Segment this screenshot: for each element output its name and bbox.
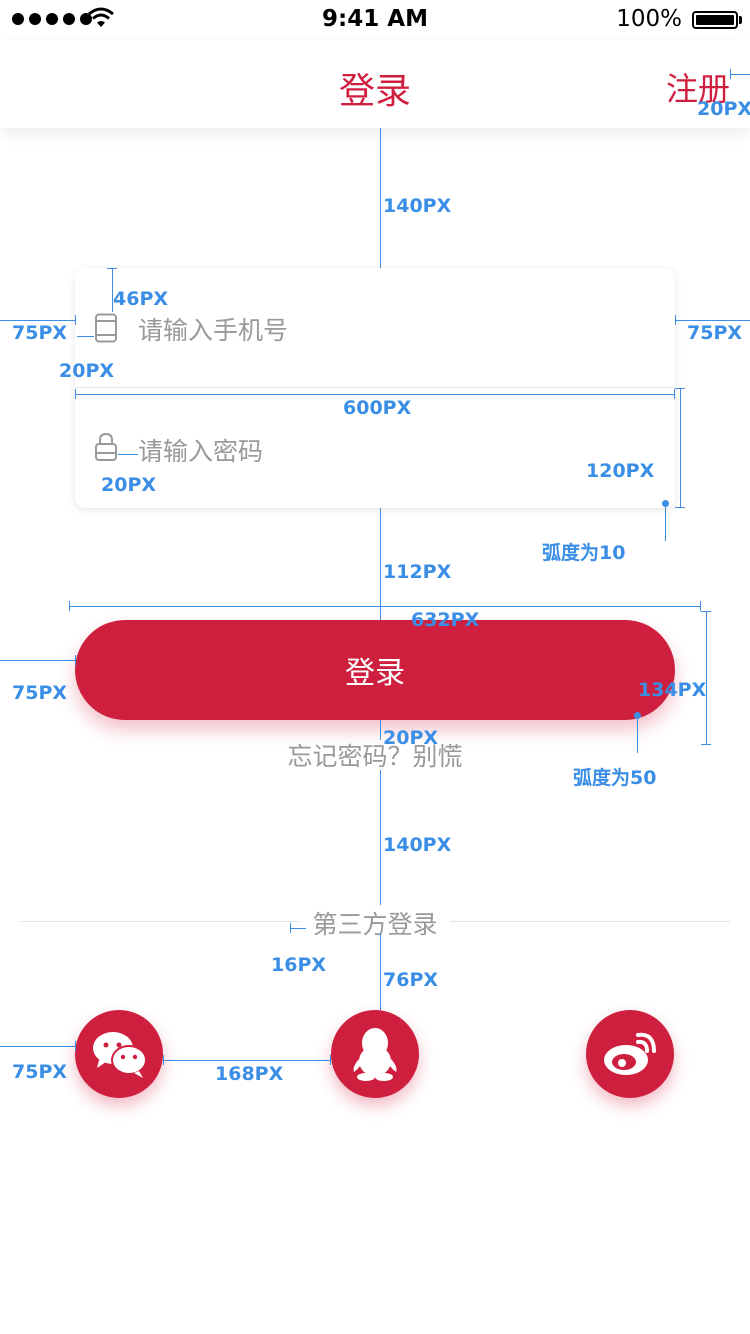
lock-icon: [95, 432, 117, 461]
annotation-line: [163, 1060, 331, 1061]
annotation-button-shadow-width: 632PX: [411, 609, 480, 631]
annotation-right-margin: 75PX: [687, 322, 743, 344]
annotation-icon-gap-lock: 20PX: [101, 474, 157, 496]
annotation-button-height: 134PX: [638, 679, 707, 701]
annotation-tick: [75, 315, 76, 325]
annotation-tick: [730, 69, 731, 79]
annotation-tick: [290, 923, 291, 933]
annotation-line: [75, 394, 675, 395]
annotation-tick: [700, 601, 701, 611]
annotation-tick: [674, 389, 675, 399]
annotation-icons-gap: 168PX: [215, 1063, 284, 1085]
annotation-line: [680, 388, 681, 508]
annotation-tick: [107, 268, 117, 269]
annotation-left-margin: 75PX: [12, 322, 68, 344]
forgot-password-link[interactable]: 忘记密码？别慌: [0, 737, 750, 773]
annotation-tick: [75, 1041, 76, 1051]
annotation-tick: [75, 389, 76, 399]
annotation-nav-to-card: 140PX: [383, 195, 452, 217]
annotation-third-text-gap: 16PX: [271, 954, 327, 976]
qq-icon: [353, 1028, 397, 1081]
annotation-line: [665, 505, 666, 541]
annotation-tick: [69, 601, 70, 611]
annotation-third-to-icons: 76PX: [383, 969, 439, 991]
annotation-icon-gap-phone: 20PX: [59, 360, 115, 382]
annotation-button-left: 75PX: [12, 682, 68, 704]
annotation-card-width: 600PX: [343, 397, 412, 419]
annotation-line: [118, 454, 138, 455]
annotation-tick: [75, 655, 76, 665]
annotation-line: [380, 770, 381, 910]
annotation-line: [730, 74, 750, 75]
annotation-line: [77, 336, 94, 337]
annotation-nav-right: 20PX: [697, 98, 750, 120]
annotation-tick: [701, 611, 711, 612]
weibo-login-button[interactable]: [586, 1010, 674, 1098]
login-button[interactable]: 登录: [75, 620, 675, 720]
annotation-tick: [675, 388, 685, 389]
annotation-tick: [675, 507, 685, 508]
annotation-line: [290, 928, 306, 929]
status-bar: 9:41 AM 100%: [0, 0, 750, 40]
annotation-row-height: 120PX: [586, 460, 655, 482]
wechat-login-button[interactable]: [75, 1010, 163, 1098]
annotation-line: [0, 1046, 75, 1047]
wechat-icon: [93, 1032, 147, 1078]
annotation-line: [0, 320, 75, 321]
annotation-line: [69, 606, 701, 607]
third-party-login-label: 第三方登录: [300, 905, 450, 941]
phone-icon: [95, 313, 117, 343]
battery-tip: [739, 16, 742, 24]
annotation-forgot-to-third: 140PX: [383, 834, 452, 856]
annotation-line: [380, 508, 381, 620]
form-divider: [75, 387, 675, 388]
annotation-icon-top: 46PX: [113, 288, 169, 310]
page-title: 登录: [338, 71, 411, 112]
annotation-line: [706, 611, 707, 745]
annotation-tick: [675, 315, 676, 325]
qq-login-button[interactable]: [331, 1010, 419, 1098]
annotation-line: [675, 320, 750, 321]
battery-percentage: 100%: [616, 6, 682, 32]
annotation-card-to-button: 112PX: [383, 561, 452, 583]
annotation-line: [380, 934, 381, 1010]
login-button-label: 登录: [345, 656, 405, 691]
battery-icon: [692, 11, 738, 29]
phone-input[interactable]: 请输入手机号: [138, 311, 288, 347]
annotation-icons-left: 75PX: [12, 1061, 68, 1083]
weibo-icon: [604, 1032, 656, 1075]
annotation-tick: [163, 1055, 164, 1065]
annotation-card-radius: 弧度为10: [542, 542, 626, 564]
annotation-tick: [330, 1055, 331, 1065]
password-input[interactable]: 请输入密码: [138, 432, 263, 468]
annotation-line: [380, 128, 381, 268]
annotation-line: [0, 660, 75, 661]
